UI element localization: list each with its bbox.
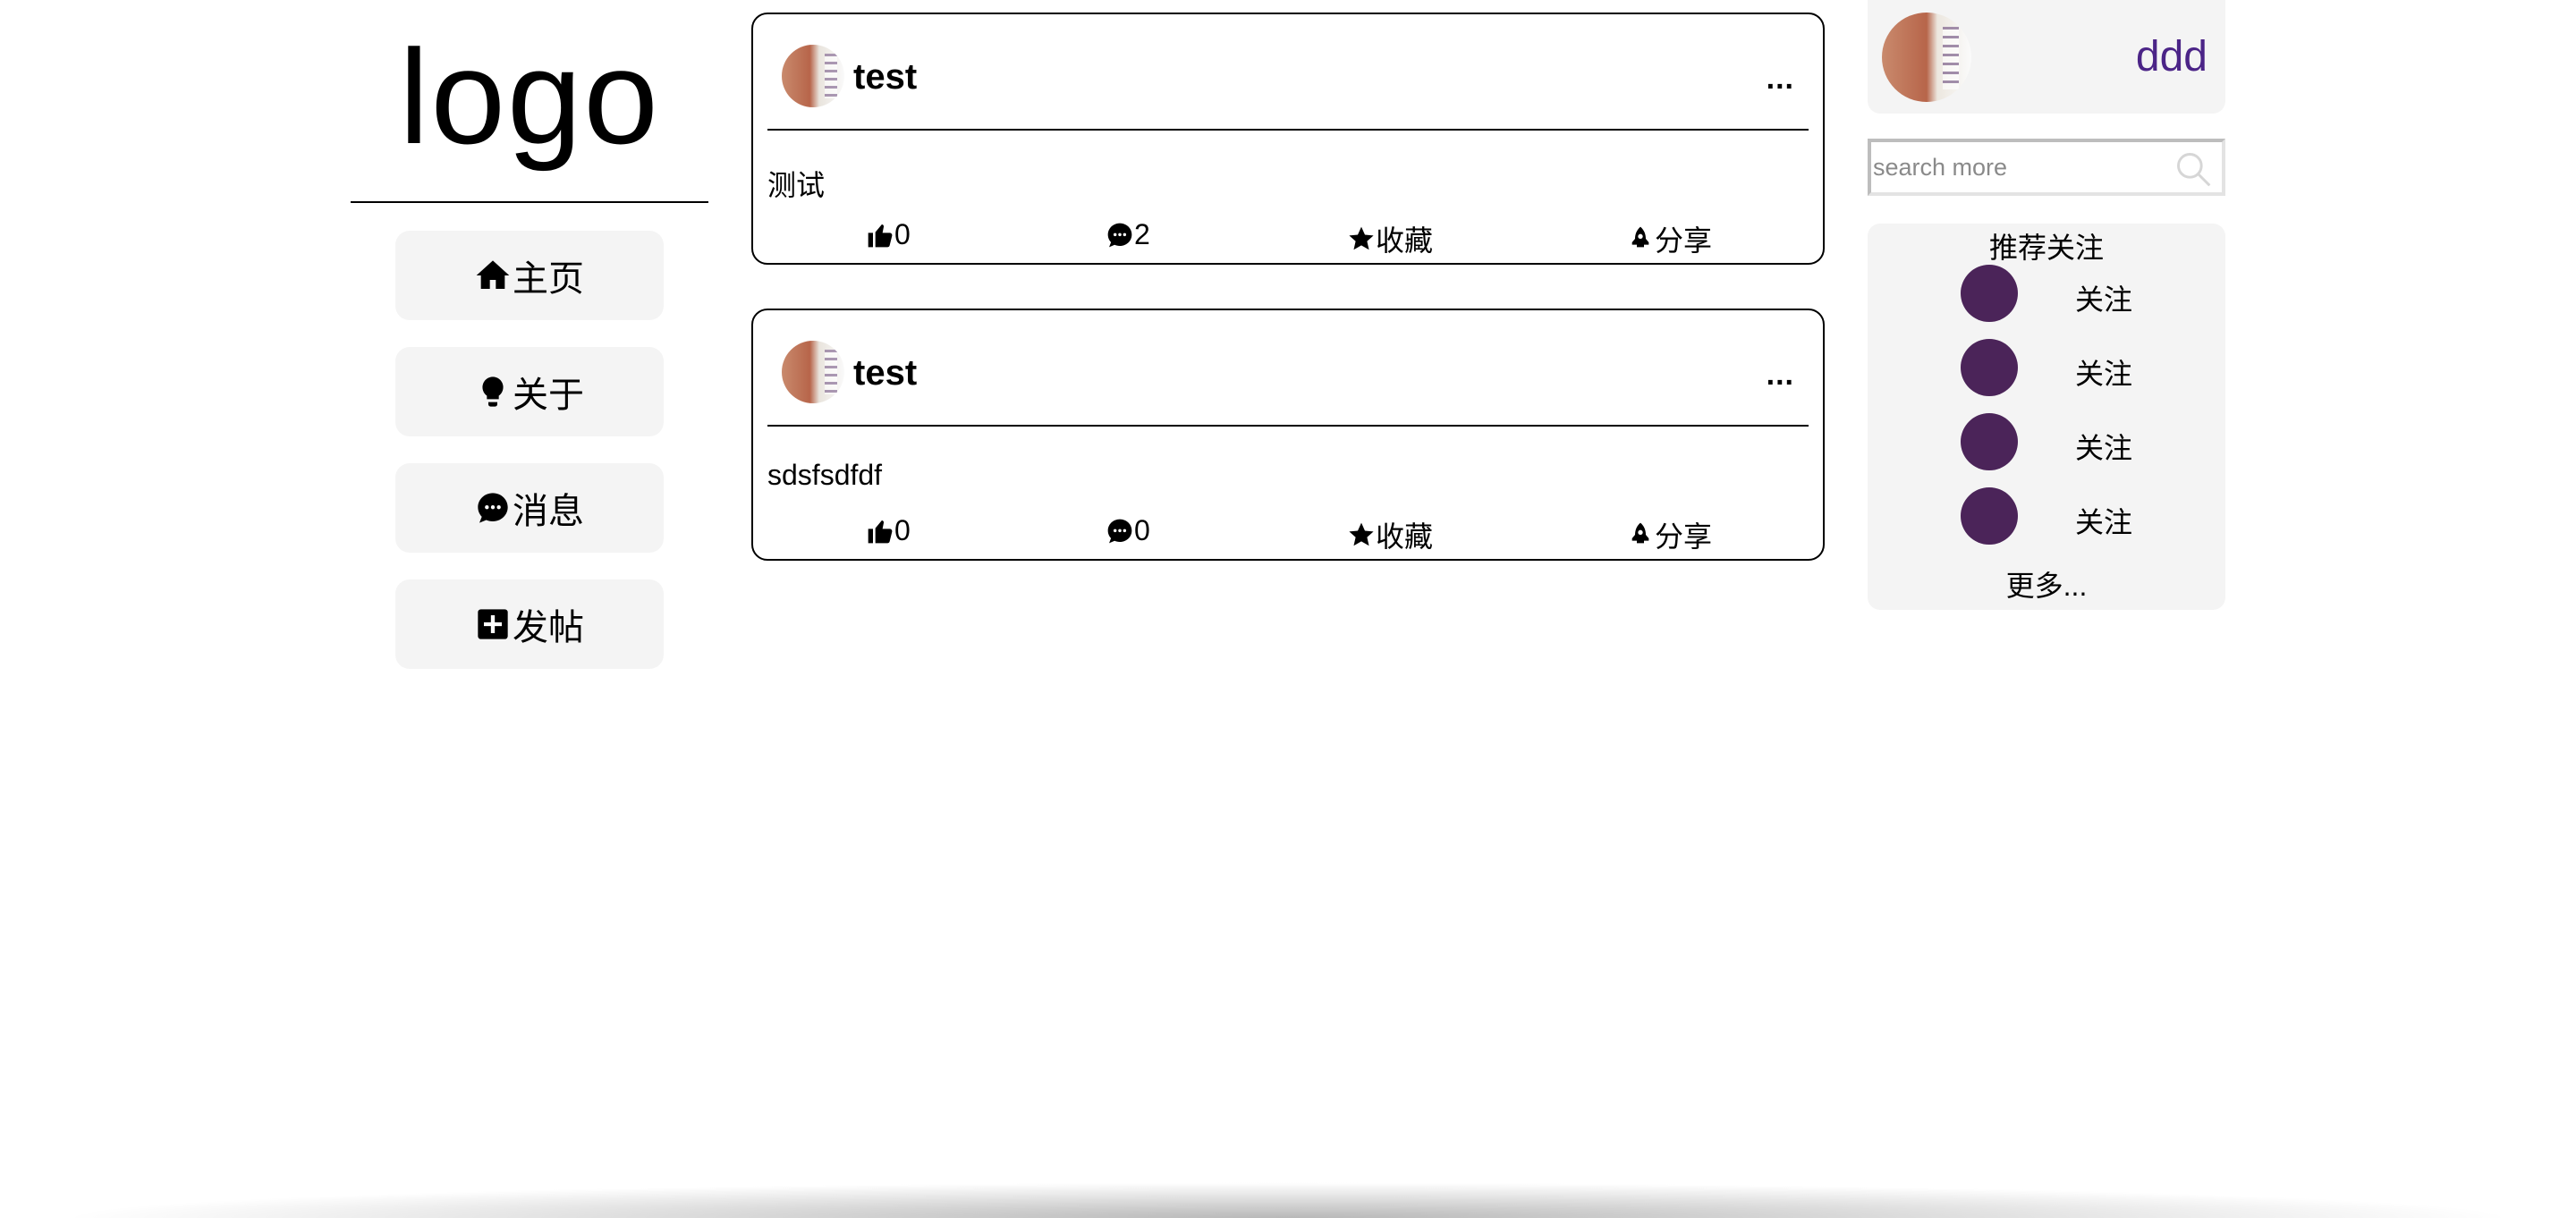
avatar[interactable] — [782, 341, 844, 403]
star-icon — [1349, 522, 1374, 546]
comment-button[interactable]: 0 — [1106, 514, 1150, 547]
nav-item-home[interactable]: 主页 — [395, 231, 664, 320]
recommend-title: 推荐关注 — [1988, 232, 2104, 264]
follow-button[interactable]: 关注 — [2075, 277, 2132, 318]
like-count: 0 — [894, 514, 911, 546]
like-count: 0 — [894, 218, 911, 250]
post-username[interactable]: test — [853, 353, 917, 393]
comment-count: 2 — [1134, 218, 1150, 250]
favorite-button[interactable]: 收藏 — [1347, 218, 1433, 259]
avatar[interactable] — [1961, 339, 2018, 396]
search-icon[interactable] — [2174, 149, 2213, 189]
post-actions: 0 0 收藏 分享 — [753, 514, 1823, 553]
comment-icon — [1107, 519, 1132, 543]
recommend-panel: 推荐关注 关注 关注 关注 关注 更多... — [1868, 224, 2225, 610]
comment-button[interactable]: 2 — [1106, 218, 1150, 251]
nav-item-label: 消息 — [513, 492, 584, 531]
share-button[interactable]: 分享 — [1626, 218, 1712, 259]
bottom-shadow — [54, 1182, 2522, 1218]
post-actions: 0 2 收藏 分享 — [753, 218, 1823, 257]
message-icon — [478, 493, 508, 523]
like-button[interactable]: 0 — [866, 218, 911, 251]
post-username[interactable]: test — [853, 57, 917, 97]
avatar[interactable] — [1961, 487, 2018, 545]
nav-item-label: 发帖 — [513, 608, 584, 647]
logo[interactable]: logo — [351, 0, 708, 203]
nav-item-label: 关于 — [513, 376, 584, 415]
avatar[interactable] — [782, 45, 844, 107]
thumbs-up-icon — [868, 224, 893, 247]
share-label: 分享 — [1655, 224, 1713, 257]
recommend-item: 关注 — [1868, 339, 2225, 402]
comment-count: 0 — [1134, 514, 1150, 546]
post-header: test ... — [767, 14, 1809, 131]
more-options-button[interactable]: ... — [1767, 63, 1794, 94]
comment-icon — [1107, 223, 1132, 247]
share-label: 分享 — [1655, 520, 1713, 553]
follow-button[interactable]: 关注 — [2075, 500, 2132, 541]
follow-button[interactable]: 关注 — [2075, 351, 2132, 393]
search-box — [1868, 139, 2225, 196]
share-button[interactable]: 分享 — [1626, 514, 1712, 555]
share-icon — [1631, 226, 1649, 248]
add-post-icon — [478, 609, 508, 639]
post-content: 测试 — [767, 169, 826, 201]
avatar[interactable] — [1961, 413, 2018, 470]
favorite-label: 收藏 — [1376, 520, 1434, 553]
nav-item-new-post[interactable]: 发帖 — [395, 579, 664, 669]
recommend-item: 关注 — [1868, 265, 2225, 327]
nav-item-about[interactable]: 关于 — [395, 347, 664, 436]
nav-item-messages[interactable]: 消息 — [395, 463, 664, 553]
profile-card: ddd — [1868, 0, 2225, 114]
post-card: test ... 测试 0 2 收藏 分享 — [751, 13, 1825, 265]
share-icon — [1631, 522, 1649, 544]
star-icon — [1349, 226, 1374, 250]
search-input[interactable] — [1871, 142, 2166, 192]
recommend-item: 关注 — [1868, 487, 2225, 550]
thumbs-up-icon — [868, 520, 893, 543]
post-content: sdsfsdfdf — [767, 459, 883, 491]
favorite-label: 收藏 — [1376, 224, 1434, 257]
like-button[interactable]: 0 — [866, 514, 911, 547]
home-icon — [476, 260, 510, 289]
left-sidebar: logo — [351, 0, 708, 203]
follow-button[interactable]: 关注 — [2075, 426, 2132, 467]
post-card: test ... sdsfsdfdf 0 0 收藏 分享 — [751, 309, 1825, 561]
avatar[interactable] — [1961, 265, 2018, 322]
favorite-button[interactable]: 收藏 — [1347, 514, 1433, 555]
nav-item-label: 主页 — [513, 259, 584, 299]
more-options-button[interactable]: ... — [1767, 359, 1794, 390]
more-recommendations-link[interactable]: 更多... — [1868, 563, 2225, 605]
profile-username[interactable]: ddd — [2136, 32, 2207, 81]
recommend-item: 关注 — [1868, 413, 2225, 476]
avatar[interactable] — [1882, 13, 1971, 102]
post-header: test ... — [767, 310, 1809, 427]
lightbulb-icon — [482, 376, 504, 407]
